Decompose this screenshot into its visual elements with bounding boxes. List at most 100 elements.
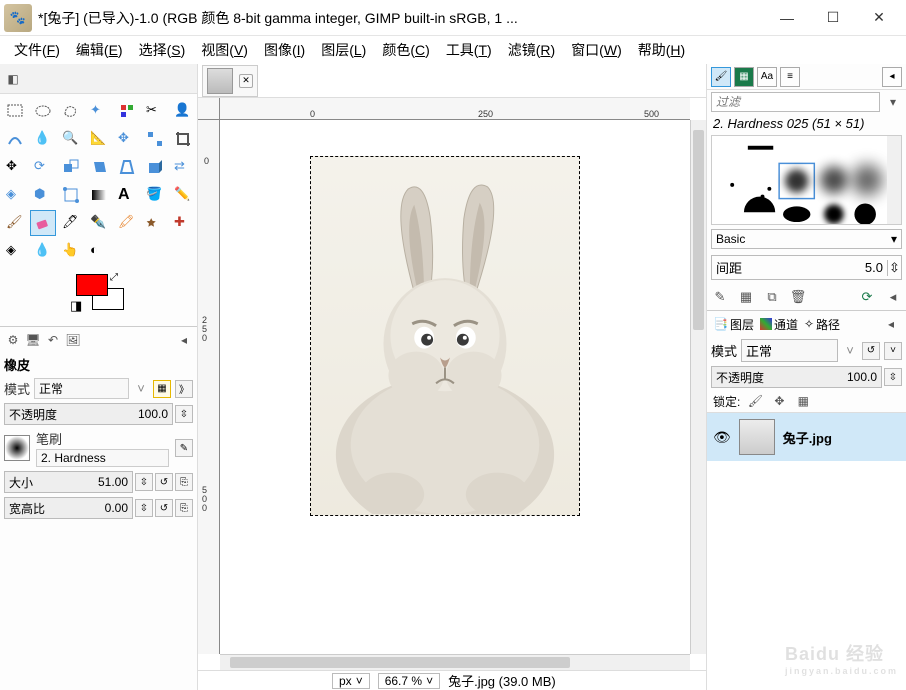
opacity-slider[interactable]: 不透明度 100.0 xyxy=(4,403,173,425)
image-tab[interactable]: ✕ xyxy=(202,65,258,97)
scissors-tool[interactable]: ✂ xyxy=(142,98,168,124)
lock-pixels-icon[interactable]: 🖌 xyxy=(746,392,764,410)
brush-refresh-icon[interactable]: ⟳ xyxy=(858,288,876,306)
scrollbar-horizontal[interactable] xyxy=(220,654,690,670)
configure-tab-icon[interactable]: ◂ xyxy=(175,331,193,349)
chevron-down-icon[interactable]: ˅ xyxy=(842,343,858,358)
menu-滤镜[interactable]: 滤镜(R) xyxy=(500,38,563,62)
warp-tool[interactable]: ⬢ xyxy=(30,182,56,208)
spacing-slider[interactable]: 间距 5.0 ⇳ xyxy=(711,255,902,280)
visibility-eye-icon[interactable]: 👁 xyxy=(713,429,731,446)
brush-menu-icon[interactable]: ◂ xyxy=(884,288,902,306)
smudge-tool[interactable]: 👆 xyxy=(58,238,84,264)
ratio-slider[interactable]: 宽高比 0.00 xyxy=(4,497,133,519)
lock-alpha-icon[interactable]: ▦ xyxy=(794,392,812,410)
layer-item[interactable]: 👁 兔子.jpg xyxy=(707,413,906,461)
align-tool[interactable] xyxy=(142,126,168,152)
menu-窗口[interactable]: 窗口(W) xyxy=(563,38,630,62)
rect-select-tool[interactable] xyxy=(2,98,28,124)
text-tool[interactable]: A xyxy=(114,182,140,208)
brush-grid[interactable] xyxy=(711,135,902,225)
ruler-horizontal[interactable]: 0 250 500 xyxy=(220,98,690,120)
patterns-tab[interactable]: ▦ xyxy=(734,67,754,87)
menu-图像[interactable]: 图像(I) xyxy=(256,38,313,62)
cage-tool[interactable]: ◈ xyxy=(2,182,28,208)
menu-编辑[interactable]: 编辑(E) xyxy=(68,38,131,62)
flip-tool[interactable]: ⇄ xyxy=(170,154,196,180)
free-select-tool[interactable] xyxy=(58,98,84,124)
paths-tab[interactable]: ✧ 路径 xyxy=(804,315,840,333)
unit-select[interactable]: px ˅ xyxy=(332,673,370,689)
image-tab-close-icon[interactable]: ✕ xyxy=(239,74,253,88)
menu-视图[interactable]: 视图(V) xyxy=(193,38,256,62)
menu-文件[interactable]: 文件(F) xyxy=(6,38,68,62)
opacity-up-down-icon[interactable]: ⇳ xyxy=(175,405,193,423)
maximize-button[interactable]: ☐ xyxy=(810,2,856,34)
brush-select[interactable]: 2. Hardness xyxy=(36,449,169,467)
dynamics-select[interactable]: Basic▾ xyxy=(711,229,902,249)
filter-input[interactable] xyxy=(711,92,880,112)
fonts-tab[interactable]: Aa xyxy=(757,67,777,87)
measure-tool[interactable]: 📐 xyxy=(86,126,112,152)
swap-colors-icon[interactable]: ⤢ xyxy=(110,272,118,283)
menu-工具[interactable]: 工具(T) xyxy=(438,38,500,62)
brushes-tab[interactable]: 🖌 xyxy=(711,67,731,87)
pencil-tool[interactable]: ✏️ xyxy=(170,182,196,208)
history-tab[interactable]: ≡ xyxy=(780,67,800,87)
layer-name[interactable]: 兔子.jpg xyxy=(783,428,832,447)
ratio-reset-icon[interactable]: ↺ xyxy=(155,499,173,517)
undo-history-tab-icon[interactable]: ↶ xyxy=(44,331,62,349)
perspective-clone-tool[interactable]: ◈ xyxy=(2,238,28,264)
ruler-corner[interactable] xyxy=(198,98,220,120)
unified-transform-tool[interactable]: ✥ xyxy=(2,154,28,180)
images-tab-icon[interactable]: 🖼 xyxy=(64,331,82,349)
ruler-vertical[interactable]: 0 2 5 0 5 0 0 xyxy=(198,120,220,654)
blur-sharpen-tool[interactable]: 💧 xyxy=(30,238,56,264)
canvas[interactable] xyxy=(220,120,690,654)
layers-tab[interactable]: 📑 图层 xyxy=(713,315,754,333)
rotate-tool[interactable]: ⟳ xyxy=(30,154,56,180)
brush-preview-icon[interactable] xyxy=(4,435,30,461)
ratio-up-down-icon[interactable]: ⇳ xyxy=(135,499,153,517)
size-reset-icon[interactable]: ↺ xyxy=(155,473,173,491)
heal-tool[interactable]: ✚ xyxy=(170,210,196,236)
menu-图层[interactable]: 图层(L) xyxy=(313,38,374,62)
dodge-burn-tool[interactable]: ◐ xyxy=(86,238,112,264)
device-status-tab-icon[interactable]: 🖥 xyxy=(24,331,42,349)
menu-选择[interactable]: 选择(S) xyxy=(131,38,194,62)
default-colors-icon[interactable]: ◨ xyxy=(70,298,84,312)
filter-menu-icon[interactable]: ▾ xyxy=(884,93,902,111)
layer-mode-chev-icon[interactable]: ˅ xyxy=(884,342,902,360)
scrollbar-vertical[interactable] xyxy=(690,120,706,654)
paintbrush-tool[interactable]: 🖌 xyxy=(2,210,28,236)
channels-tab[interactable]: 通道 xyxy=(760,315,798,333)
clone-tool[interactable]: 🟊 xyxy=(142,210,168,236)
layer-opacity-slider[interactable]: 不透明度 100.0 xyxy=(711,366,882,388)
brush-delete-icon[interactable]: 🗑 xyxy=(789,288,807,306)
brush-duplicate-icon[interactable]: ⧉ xyxy=(763,288,781,306)
move-tool[interactable]: ✥ xyxy=(114,126,140,152)
ink-tool[interactable]: ✒️ xyxy=(86,210,112,236)
bucket-fill-tool[interactable]: 🪣 xyxy=(142,182,168,208)
lock-position-icon[interactable]: ✥ xyxy=(770,392,788,410)
tool-options-tab-icon[interactable]: ⚙ xyxy=(4,331,22,349)
configure-tab-icon[interactable]: ◂ xyxy=(882,67,902,87)
paths-tool[interactable] xyxy=(2,126,28,152)
size-slider[interactable]: 大小 51.00 xyxy=(4,471,133,493)
size-link-icon[interactable]: ⎘ xyxy=(175,473,193,491)
fuzzy-select-tool[interactable]: ✦ xyxy=(86,98,112,124)
eraser-tool[interactable] xyxy=(30,210,56,236)
layer-mode-select[interactable]: 正常 xyxy=(741,339,838,362)
foreground-color[interactable] xyxy=(76,274,108,296)
scale-tool[interactable] xyxy=(58,154,84,180)
chevron-down-icon[interactable]: ˅ xyxy=(133,381,149,396)
brush-edit-icon[interactable]: ✎ xyxy=(175,439,193,457)
layer-mode-reset-icon[interactable]: ↺ xyxy=(862,342,880,360)
by-color-select-tool[interactable] xyxy=(114,98,140,124)
handle-transform-tool[interactable] xyxy=(58,182,84,208)
minimize-button[interactable]: ― xyxy=(764,2,810,34)
gradient-tool[interactable] xyxy=(86,182,112,208)
menu-颜色[interactable]: 颜色(C) xyxy=(374,38,437,62)
shear-tool[interactable] xyxy=(86,154,112,180)
menu-帮助[interactable]: 帮助(H) xyxy=(630,38,693,62)
